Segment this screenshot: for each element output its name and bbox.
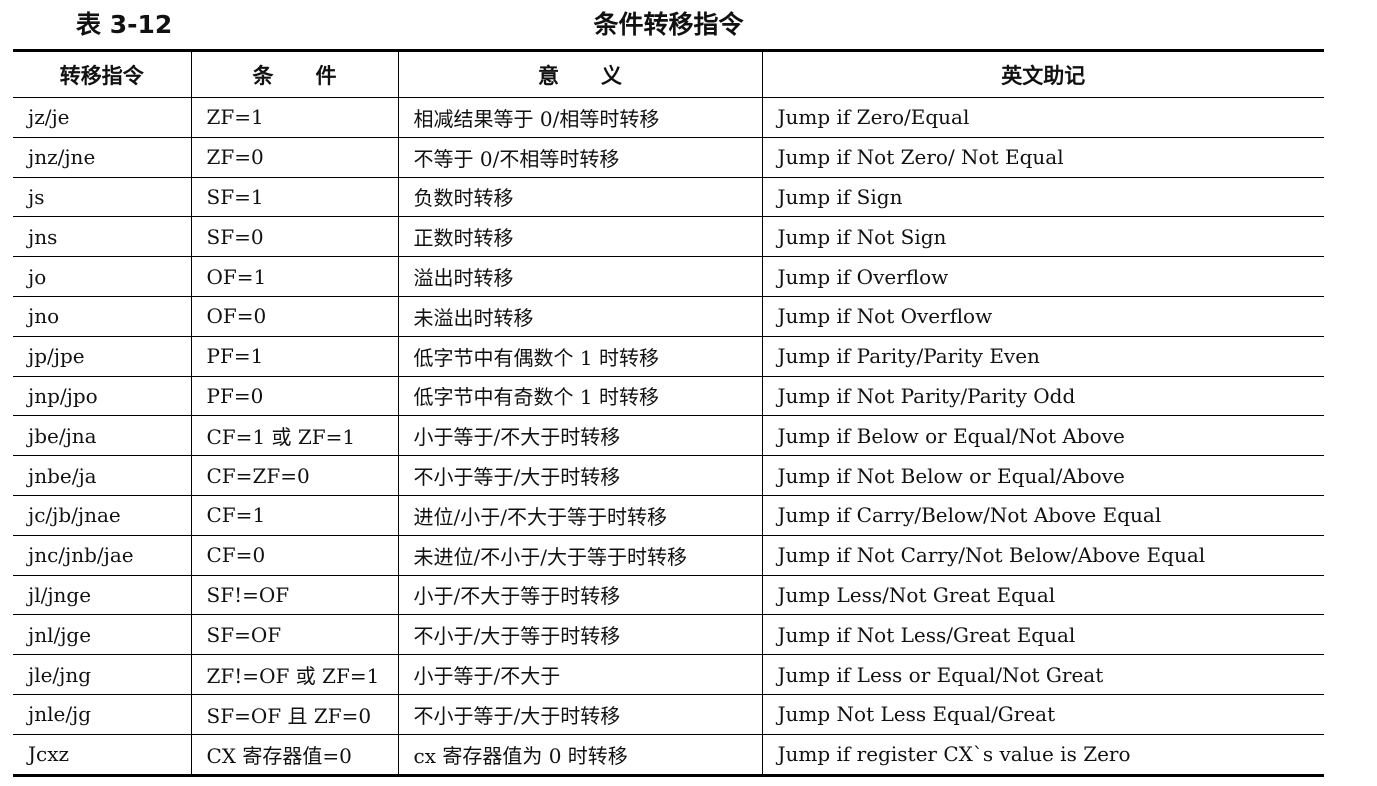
header-mnemonic: 英文助记 [761, 50, 1324, 98]
cell-mnemonic: Jump if Overflow [761, 256, 1324, 297]
cell-instruction: jnl/jge [13, 614, 191, 655]
table-row: jbe/jna CF=1 或 ZF=1 小于等于/不大于时转移 Jump if Bel… [13, 415, 1324, 456]
cell-instruction: jnp/jpo [13, 375, 191, 416]
cell-condition: CX 寄存器值=0 [190, 733, 398, 776]
cell-mnemonic: Jump if Less or Equal/Not Great [761, 654, 1324, 695]
cell-condition: SF=OF [190, 614, 398, 655]
cell-meaning: 小于/不大于等于时转移 [397, 574, 762, 615]
table-body: jz/je ZF=1 相减结果等于 0/相等时转移 Jump if Zero/Equa… [13, 97, 1324, 776]
table-row: jnl/jge SF=OF 不小于/大于等于时转移 Jump if Not Less/… [13, 614, 1324, 655]
table-row: jnc/jnb/jae CF=0 未进位/不小于/大于等于时转移 Jump if No… [13, 534, 1324, 576]
cell-meaning: 不小于等于/大于时转移 [397, 455, 762, 496]
cell-instruction: jbe/jna [13, 415, 191, 456]
cell-mnemonic: Jump if Not Carry/Not Below/Above Equal [761, 534, 1324, 576]
cell-mnemonic: Jump Less/Not Great Equal [761, 574, 1324, 615]
cell-meaning: 溢出时转移 [397, 256, 762, 297]
table-row: jno OF=0 未溢出时转移 Jump if Not Overflow [13, 295, 1324, 337]
conditional-jump-table: 转移指令 条 件 意 义 英文助记 jz/je ZF=1 相减结果等于 0/相等时转… [13, 49, 1324, 777]
cell-instruction: jz/je [28, 105, 70, 130]
table-row: jns SF=0 正数时转移 Jump if Not Sign [13, 216, 1324, 257]
cell-condition: PF=1 [190, 335, 398, 377]
cell-mnemonic: Jump if Below or Equal/Not Above [761, 415, 1324, 456]
cell-mnemonic: Jump if Carry/Below/Not Above Equal [761, 494, 1324, 536]
cell-meaning: 相减结果等于 0/相等时转移 [397, 97, 762, 138]
cell-mnemonic: Jump Not Less Equal/Great [761, 693, 1324, 735]
cell-instruction: jnle/jg [13, 693, 191, 735]
cell-meaning: 不小于/大于等于时转移 [397, 614, 762, 655]
cell-mnemonic: Jump if Zero/Equal [761, 97, 1324, 138]
cell-meaning: 正数时转移 [397, 216, 762, 257]
table-row: jnz/jne ZF=0 不等于 0/不相等时转移 Jump if Not Zero/… [13, 136, 1324, 178]
cell-meaning: 未进位/不小于/大于等于时转移 [397, 534, 762, 576]
cell-meaning: 未溢出时转移 [397, 295, 762, 337]
cell-condition: SF!=OF [190, 574, 398, 615]
table-row: jnbe/ja CF=ZF=0 不小于等于/大于时转移 Jump if Not Bel… [13, 455, 1324, 496]
cell-meaning: 进位/小于/不大于等于时转移 [397, 494, 762, 536]
header-row: 转移指令 条 件 意 义 英文助记 [13, 50, 1324, 98]
header-meaning: 意 义 [397, 50, 762, 98]
cell-condition: ZF=1 [190, 97, 398, 138]
table-row: jz/je ZF=1 相减结果等于 0/相等时转移 Jump if Zero/Equa… [13, 97, 1324, 138]
cell-instruction: Jcxz [13, 733, 191, 776]
cell-condition: ZF=0 [190, 136, 398, 178]
table-row: jl/jnge SF!=OF 小于/不大于等于时转移 Jump Less/Not Gr… [13, 574, 1324, 615]
cell-instruction: jns [13, 216, 191, 257]
cell-instruction: js [13, 176, 191, 217]
cell-condition: ZF!=OF 或 ZF=1 [190, 654, 398, 695]
cell-mnemonic: Jump if Not Parity/Parity Odd [761, 375, 1324, 416]
table-row: jnp/jpo PF=0 低字节中有奇数个 1 时转移 Jump if Not Par… [13, 375, 1324, 416]
cell-instruction: jnbe/ja [13, 455, 191, 496]
header-instruction: 转移指令 [13, 50, 191, 98]
cell-mnemonic: Jump if Parity/Parity Even [761, 335, 1324, 377]
header-condition: 条 件 [190, 50, 398, 98]
table-row: jnle/jg SF=OF 且 ZF=0 不小于等于/大于时转移 Jump Not L… [13, 693, 1324, 735]
table-row: jle/jng ZF!=OF 或 ZF=1 小于等于/不大于 Jump if Less… [13, 654, 1324, 695]
cell-instruction: jnc/jnb/jae [13, 534, 191, 576]
cell-instruction: jo [13, 256, 191, 297]
cell-condition: CF=ZF=0 [190, 455, 398, 496]
cell-mnemonic: Jump if Sign [761, 176, 1324, 217]
cell-mnemonic: Jump if Not Below or Equal/Above [761, 455, 1324, 496]
cell-condition: OF=0 [190, 295, 398, 337]
cell-meaning: 低字节中有偶数个 1 时转移 [397, 335, 762, 377]
cell-condition: CF=1 或 ZF=1 [190, 415, 398, 456]
cell-condition: OF=1 [190, 256, 398, 297]
table-header: 转移指令 条 件 意 义 英文助记 [13, 50, 1324, 98]
table-row: Jcxz CX 寄存器值=0 cx 寄存器值为 0 时转移 Jump if regis… [13, 733, 1324, 776]
cell-meaning: 小于等于/不大于时转移 [397, 415, 762, 456]
cell-instruction: jl/jnge [13, 574, 191, 615]
cell-instruction: jnz/jne [13, 136, 191, 178]
cell-mnemonic: Jump if Not Sign [761, 216, 1324, 257]
cell-meaning: 小于等于/不大于 [397, 654, 762, 695]
cell-mnemonic: Jump if register CX`s value is Zero [761, 733, 1324, 776]
cell-mnemonic: Jump if Not Less/Great Equal [761, 614, 1324, 655]
cell-instruction: jc/jb/jnae [13, 494, 191, 536]
cell-instruction: jp/jpe [13, 335, 191, 377]
cell-condition: SF=1 [190, 176, 398, 217]
cell-meaning: 不等于 0/不相等时转移 [397, 136, 762, 178]
table-row: jo OF=1 溢出时转移 Jump if Overflow [13, 256, 1324, 297]
cell-mnemonic: Jump if Not Zero/ Not Equal [761, 136, 1324, 178]
table-title: 条件转移指令 [593, 10, 744, 39]
table-row: jc/jb/jnae CF=1 进位/小于/不大于等于时转移 Jump if Carr… [13, 494, 1324, 536]
cell-meaning: 负数时转移 [397, 176, 762, 217]
cell-condition: SF=0 [190, 216, 398, 257]
cell-meaning: cx 寄存器值为 0 时转移 [397, 733, 762, 776]
cell-meaning: 不小于等于/大于时转移 [397, 693, 762, 735]
cell-condition: CF=0 [190, 534, 398, 576]
cell-instruction: jno [13, 295, 191, 337]
cell-meaning: 低字节中有奇数个 1 时转移 [397, 375, 762, 416]
cell-mnemonic: Jump if Not Overflow [761, 295, 1324, 337]
cell-condition: SF=OF 且 ZF=0 [190, 693, 398, 735]
table-row: jp/jpe PF=1 低字节中有偶数个 1 时转移 Jump if Parity/P… [13, 335, 1324, 377]
cell-condition: CF=1 [190, 494, 398, 536]
cell-condition: PF=0 [190, 375, 398, 416]
cell-instruction: jle/jng [13, 654, 191, 695]
table-row: js SF=1 负数时转移 Jump if Sign [13, 176, 1324, 217]
